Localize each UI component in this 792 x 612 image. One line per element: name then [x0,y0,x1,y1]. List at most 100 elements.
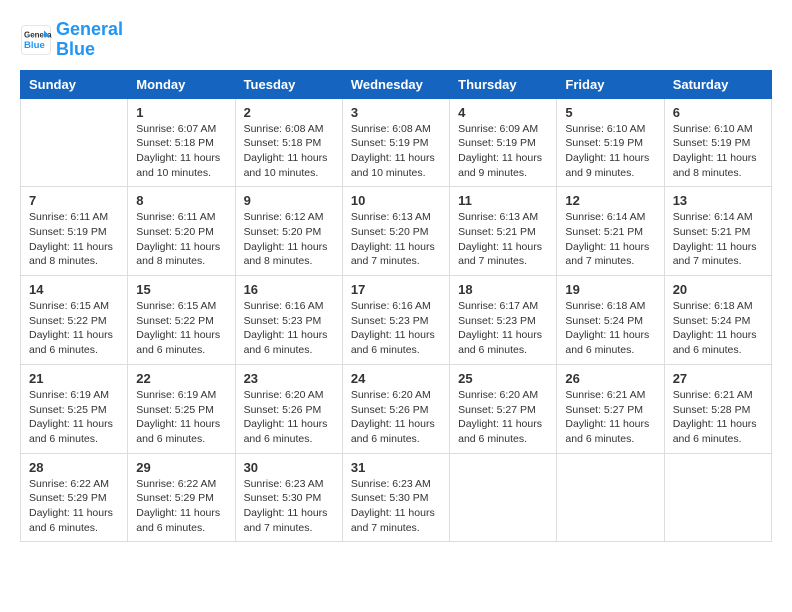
day-number: 18 [458,282,548,297]
day-number: 21 [29,371,119,386]
day-info: Sunrise: 6:11 AM Sunset: 5:20 PM Dayligh… [136,210,226,269]
day-number: 14 [29,282,119,297]
day-number: 24 [351,371,441,386]
calendar-cell [21,98,128,187]
day-number: 19 [565,282,655,297]
calendar-cell: 31 Sunrise: 6:23 AM Sunset: 5:30 PM Dayli… [342,453,449,542]
calendar-cell: 29 Sunrise: 6:22 AM Sunset: 5:29 PM Dayli… [128,453,235,542]
day-number: 30 [244,460,334,475]
day-number: 8 [136,193,226,208]
day-number: 20 [673,282,763,297]
logo-icon: General Blue [20,24,52,56]
day-number: 5 [565,105,655,120]
day-number: 15 [136,282,226,297]
day-number: 25 [458,371,548,386]
day-info: Sunrise: 6:14 AM Sunset: 5:21 PM Dayligh… [565,210,655,269]
calendar-cell: 30 Sunrise: 6:23 AM Sunset: 5:30 PM Dayli… [235,453,342,542]
day-number: 10 [351,193,441,208]
day-info: Sunrise: 6:15 AM Sunset: 5:22 PM Dayligh… [136,299,226,358]
day-info: Sunrise: 6:20 AM Sunset: 5:26 PM Dayligh… [351,388,441,447]
calendar-cell: 10 Sunrise: 6:13 AM Sunset: 5:20 PM Dayli… [342,187,449,276]
calendar-cell: 16Sunrise: 6:16 AM Sunset: 5:23 PM Dayli… [235,276,342,365]
calendar-cell: 24 Sunrise: 6:20 AM Sunset: 5:26 PM Dayli… [342,364,449,453]
calendar-cell: 14 Sunrise: 6:15 AM Sunset: 5:22 PM Dayli… [21,276,128,365]
day-info: Sunrise: 6:10 AM Sunset: 5:19 PM Dayligh… [565,122,655,181]
calendar-week-1: 7Sunrise: 6:11 AM Sunset: 5:19 PM Daylig… [21,187,772,276]
day-number: 31 [351,460,441,475]
calendar-header-row: SundayMondayTuesdayWednesdayThursdayFrid… [21,70,772,98]
calendar-cell: 11 Sunrise: 6:13 AM Sunset: 5:21 PM Dayli… [450,187,557,276]
day-number: 7 [29,193,119,208]
calendar-cell: 20Sunrise: 6:18 AM Sunset: 5:24 PM Dayli… [664,276,771,365]
calendar-cell: 27 Sunrise: 6:21 AM Sunset: 5:28 PM Dayli… [664,364,771,453]
calendar-week-0: 1 Sunrise: 6:07 AM Sunset: 5:18 PM Daylig… [21,98,772,187]
calendar-table: SundayMondayTuesdayWednesdayThursdayFrid… [20,70,772,543]
day-number: 1 [136,105,226,120]
calendar-cell: 8 Sunrise: 6:11 AM Sunset: 5:20 PM Daylig… [128,187,235,276]
calendar-cell: 12 Sunrise: 6:14 AM Sunset: 5:21 PM Dayli… [557,187,664,276]
day-info: Sunrise: 6:21 AM Sunset: 5:28 PM Dayligh… [673,388,763,447]
calendar-cell [664,453,771,542]
day-info: Sunrise: 6:22 AM Sunset: 5:29 PM Dayligh… [136,477,226,536]
day-number: 29 [136,460,226,475]
col-header-friday: Friday [557,70,664,98]
calendar-cell: 1 Sunrise: 6:07 AM Sunset: 5:18 PM Daylig… [128,98,235,187]
day-info: Sunrise: 6:23 AM Sunset: 5:30 PM Dayligh… [244,477,334,536]
day-info: Sunrise: 6:13 AM Sunset: 5:21 PM Dayligh… [458,210,548,269]
calendar-cell: 22Sunrise: 6:19 AM Sunset: 5:25 PM Dayli… [128,364,235,453]
col-header-saturday: Saturday [664,70,771,98]
day-number: 17 [351,282,441,297]
day-number: 12 [565,193,655,208]
calendar-cell: 15 Sunrise: 6:15 AM Sunset: 5:22 PM Dayli… [128,276,235,365]
day-info: Sunrise: 6:22 AM Sunset: 5:29 PM Dayligh… [29,477,119,536]
calendar-week-4: 28 Sunrise: 6:22 AM Sunset: 5:29 PM Dayli… [21,453,772,542]
calendar-week-2: 14 Sunrise: 6:15 AM Sunset: 5:22 PM Dayli… [21,276,772,365]
day-info: Sunrise: 6:20 AM Sunset: 5:26 PM Dayligh… [244,388,334,447]
day-info: Sunrise: 6:20 AM Sunset: 5:27 PM Dayligh… [458,388,548,447]
calendar-cell: 25 Sunrise: 6:20 AM Sunset: 5:27 PM Dayli… [450,364,557,453]
calendar-cell: 6Sunrise: 6:10 AM Sunset: 5:19 PM Daylig… [664,98,771,187]
col-header-wednesday: Wednesday [342,70,449,98]
calendar-cell: 4Sunrise: 6:09 AM Sunset: 5:19 PM Daylig… [450,98,557,187]
day-info: Sunrise: 6:15 AM Sunset: 5:22 PM Dayligh… [29,299,119,358]
day-info: Sunrise: 6:14 AM Sunset: 5:21 PM Dayligh… [673,210,763,269]
day-info: Sunrise: 6:10 AM Sunset: 5:19 PM Dayligh… [673,122,763,181]
calendar-cell: 28 Sunrise: 6:22 AM Sunset: 5:29 PM Dayli… [21,453,128,542]
calendar-cell: 19Sunrise: 6:18 AM Sunset: 5:24 PM Dayli… [557,276,664,365]
day-info: Sunrise: 6:07 AM Sunset: 5:18 PM Dayligh… [136,122,226,181]
day-number: 2 [244,105,334,120]
day-info: Sunrise: 6:08 AM Sunset: 5:18 PM Dayligh… [244,122,334,181]
day-info: Sunrise: 6:13 AM Sunset: 5:20 PM Dayligh… [351,210,441,269]
calendar-cell: 9Sunrise: 6:12 AM Sunset: 5:20 PM Daylig… [235,187,342,276]
day-info: Sunrise: 6:19 AM Sunset: 5:25 PM Dayligh… [136,388,226,447]
col-header-thursday: Thursday [450,70,557,98]
day-info: Sunrise: 6:19 AM Sunset: 5:25 PM Dayligh… [29,388,119,447]
page-header: General Blue GeneralBlue [20,20,772,60]
col-header-monday: Monday [128,70,235,98]
calendar-cell [450,453,557,542]
calendar-cell: 13Sunrise: 6:14 AM Sunset: 5:21 PM Dayli… [664,187,771,276]
calendar-cell: 3 Sunrise: 6:08 AM Sunset: 5:19 PM Daylig… [342,98,449,187]
day-number: 11 [458,193,548,208]
calendar-cell: 2 Sunrise: 6:08 AM Sunset: 5:18 PM Daylig… [235,98,342,187]
day-number: 27 [673,371,763,386]
calendar-cell: 7Sunrise: 6:11 AM Sunset: 5:19 PM Daylig… [21,187,128,276]
day-number: 3 [351,105,441,120]
day-number: 4 [458,105,548,120]
logo: General Blue GeneralBlue [20,20,123,60]
day-info: Sunrise: 6:08 AM Sunset: 5:19 PM Dayligh… [351,122,441,181]
day-number: 28 [29,460,119,475]
day-number: 16 [244,282,334,297]
day-info: Sunrise: 6:16 AM Sunset: 5:23 PM Dayligh… [351,299,441,358]
day-number: 23 [244,371,334,386]
calendar-week-3: 21 Sunrise: 6:19 AM Sunset: 5:25 PM Dayli… [21,364,772,453]
svg-text:Blue: Blue [24,40,45,51]
day-info: Sunrise: 6:17 AM Sunset: 5:23 PM Dayligh… [458,299,548,358]
col-header-tuesday: Tuesday [235,70,342,98]
calendar-cell: 5 Sunrise: 6:10 AM Sunset: 5:19 PM Daylig… [557,98,664,187]
calendar-cell: 17 Sunrise: 6:16 AM Sunset: 5:23 PM Dayli… [342,276,449,365]
day-number: 26 [565,371,655,386]
calendar-cell: 21 Sunrise: 6:19 AM Sunset: 5:25 PM Dayli… [21,364,128,453]
logo-text: GeneralBlue [56,20,123,60]
day-info: Sunrise: 6:23 AM Sunset: 5:30 PM Dayligh… [351,477,441,536]
